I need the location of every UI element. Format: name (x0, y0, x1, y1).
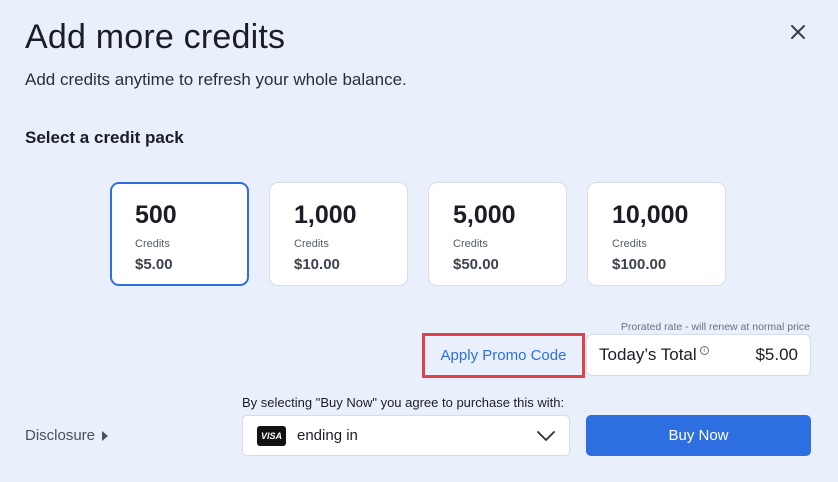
total-amount: $5.00 (755, 345, 798, 364)
purchase-agreement-text: By selecting "Buy Now" you agree to purc… (242, 395, 565, 410)
pack-unit: Credits (612, 238, 647, 250)
visa-card-icon: VISA (257, 425, 286, 446)
credit-pack-10000[interactable]: 10,000 Credits $100.00 (587, 182, 726, 286)
credit-pack-1000[interactable]: 1,000 Credits $10.00 (269, 182, 408, 286)
apply-promo-code-link[interactable]: Apply Promo Code (422, 333, 585, 378)
pack-amount: 5,000 (453, 201, 516, 229)
credit-pack-5000[interactable]: 5,000 Credits $50.00 (428, 182, 567, 286)
pack-unit: Credits (453, 238, 488, 250)
pack-price: $50.00 (453, 256, 499, 273)
pack-unit: Credits (294, 238, 329, 250)
pack-amount: 500 (135, 201, 177, 229)
buy-now-button[interactable]: Buy Now (586, 415, 811, 456)
prorated-note: Prorated rate - will renew at normal pri… (620, 321, 810, 333)
chevron-down-icon (537, 430, 555, 441)
total-label: Today’s Total (599, 345, 697, 364)
credit-pack-list: 500 Credits $5.00 1,000 Credits $10.00 5… (110, 182, 726, 286)
todays-total-box: Today’s Total i $5.00 (586, 334, 811, 376)
credit-pack-500[interactable]: 500 Credits $5.00 (110, 182, 249, 286)
pack-price: $100.00 (612, 256, 667, 273)
pack-price: $10.00 (294, 256, 340, 273)
page-title: Add more credits (25, 18, 286, 56)
pack-price: $5.00 (135, 256, 173, 273)
payment-method-select[interactable]: VISA ending in (242, 415, 570, 456)
payment-method-text: ending in (297, 427, 358, 444)
pack-unit: Credits (135, 238, 170, 250)
close-icon[interactable] (786, 20, 810, 44)
disclosure-toggle[interactable]: Disclosure (25, 427, 109, 444)
page-subtitle: Add credits anytime to refresh your whol… (25, 70, 407, 89)
disclosure-label: Disclosure (25, 427, 96, 444)
pack-amount: 1,000 (294, 201, 357, 229)
pack-amount: 10,000 (612, 201, 689, 229)
caret-right-icon (102, 430, 109, 441)
info-icon[interactable]: i (699, 345, 709, 355)
section-title: Select a credit pack (25, 128, 184, 147)
